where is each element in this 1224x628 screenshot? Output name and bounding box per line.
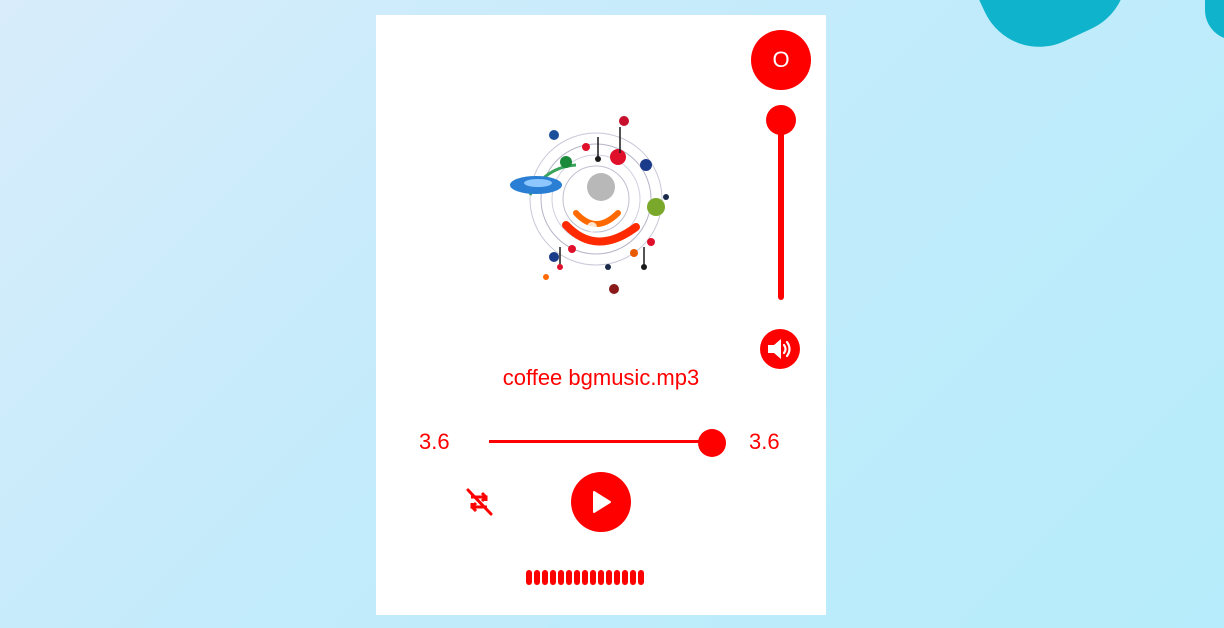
total-time: 3.6 xyxy=(749,429,780,454)
music-player-card: O coffee bgmusic.mp3 3.6 3.6 xyxy=(376,15,826,615)
volume-slider-thumb[interactable] xyxy=(766,105,796,135)
top-toggle-label: O xyxy=(772,47,790,72)
visualizer-bar xyxy=(638,570,644,585)
visualizer-bar xyxy=(574,570,580,585)
play-icon xyxy=(593,491,611,513)
repeat-off-icon xyxy=(466,488,493,516)
volume-button[interactable] xyxy=(760,329,800,369)
visualizer-bar xyxy=(542,570,548,585)
background-decoration xyxy=(963,0,1147,67)
progress-slider-track[interactable] xyxy=(489,440,719,443)
volume-slider-track[interactable] xyxy=(778,120,784,300)
visualizer-bar xyxy=(526,570,532,585)
visualizer-bar xyxy=(534,570,540,585)
album-art xyxy=(506,107,686,297)
background-decoration-edge xyxy=(1205,0,1224,40)
visualizer-bar xyxy=(598,570,604,585)
visualizer-bar xyxy=(590,570,596,585)
repeat-button[interactable] xyxy=(462,485,496,519)
visualizer-bar xyxy=(558,570,564,585)
current-time: 3.6 xyxy=(419,429,450,454)
visualizer-bar xyxy=(550,570,556,585)
play-button[interactable] xyxy=(571,472,631,532)
visualizer-bar xyxy=(622,570,628,585)
visualizer-bar xyxy=(566,570,572,585)
visualizer-bar xyxy=(630,570,636,585)
speaker-volume-icon xyxy=(768,339,791,359)
song-title: coffee bgmusic.mp3 xyxy=(502,365,700,390)
visualizer-bar xyxy=(614,570,620,585)
top-toggle-button[interactable]: O xyxy=(751,30,811,90)
progress-slider-thumb[interactable] xyxy=(698,429,726,457)
visualizer-bar xyxy=(606,570,612,585)
visualizer-bar xyxy=(582,570,588,585)
music-notes-art xyxy=(510,116,669,294)
audio-visualizer xyxy=(526,570,644,585)
